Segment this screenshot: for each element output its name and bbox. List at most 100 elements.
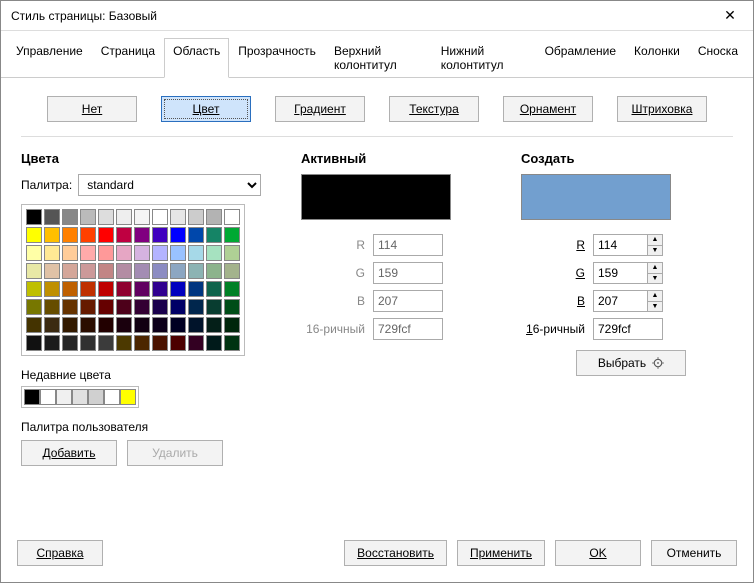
color-swatch[interactable] bbox=[116, 299, 132, 315]
color-swatch[interactable] bbox=[224, 245, 240, 261]
color-swatch[interactable] bbox=[170, 245, 186, 261]
color-swatch[interactable] bbox=[80, 335, 96, 351]
color-swatch[interactable] bbox=[98, 263, 114, 279]
color-swatch[interactable] bbox=[62, 335, 78, 351]
color-swatch[interactable] bbox=[134, 281, 150, 297]
color-swatch[interactable] bbox=[98, 245, 114, 261]
color-swatch[interactable] bbox=[44, 227, 60, 243]
tab-management[interactable]: Управление bbox=[7, 38, 92, 78]
recent-swatch[interactable] bbox=[72, 389, 88, 405]
color-swatch[interactable] bbox=[134, 227, 150, 243]
recent-swatch[interactable] bbox=[24, 389, 40, 405]
color-swatch[interactable] bbox=[224, 209, 240, 225]
color-swatch[interactable] bbox=[134, 209, 150, 225]
color-swatch[interactable] bbox=[80, 263, 96, 279]
fill-color-button[interactable]: Цвет bbox=[161, 96, 251, 122]
color-swatch[interactable] bbox=[80, 227, 96, 243]
color-swatch[interactable] bbox=[206, 281, 222, 297]
color-swatch[interactable] bbox=[26, 245, 42, 261]
new-b-value[interactable]: 207 bbox=[593, 290, 647, 312]
color-swatch[interactable] bbox=[98, 317, 114, 333]
tab-transparency[interactable]: Прозрачность bbox=[229, 38, 325, 78]
color-swatch[interactable] bbox=[152, 299, 168, 315]
color-swatch[interactable] bbox=[44, 245, 60, 261]
color-swatch[interactable] bbox=[206, 335, 222, 351]
color-swatch[interactable] bbox=[206, 209, 222, 225]
fill-texture-button[interactable]: Текстура bbox=[389, 96, 479, 122]
color-swatch[interactable] bbox=[44, 335, 60, 351]
color-swatch[interactable] bbox=[152, 245, 168, 261]
color-swatch[interactable] bbox=[116, 209, 132, 225]
new-b-spinner[interactable]: 207 ▲▼ bbox=[593, 290, 663, 312]
color-swatch[interactable] bbox=[170, 209, 186, 225]
tab-page[interactable]: Страница bbox=[92, 38, 164, 78]
color-swatch[interactable] bbox=[116, 281, 132, 297]
color-swatch[interactable] bbox=[152, 209, 168, 225]
color-swatch[interactable] bbox=[44, 209, 60, 225]
color-swatch[interactable] bbox=[188, 245, 204, 261]
color-swatch[interactable] bbox=[80, 299, 96, 315]
add-color-button[interactable]: Добавить bbox=[21, 440, 117, 466]
color-swatch[interactable] bbox=[44, 317, 60, 333]
spin-down-icon[interactable]: ▼ bbox=[648, 274, 662, 284]
color-swatch[interactable] bbox=[116, 227, 132, 243]
color-swatch[interactable] bbox=[134, 245, 150, 261]
spin-up-icon[interactable]: ▲ bbox=[648, 291, 662, 302]
color-swatch[interactable] bbox=[98, 281, 114, 297]
color-swatch[interactable] bbox=[62, 281, 78, 297]
color-swatch[interactable] bbox=[26, 335, 42, 351]
color-swatch[interactable] bbox=[134, 299, 150, 315]
color-swatch[interactable] bbox=[98, 227, 114, 243]
recent-swatch[interactable] bbox=[104, 389, 120, 405]
color-swatch[interactable] bbox=[26, 209, 42, 225]
spin-down-icon[interactable]: ▼ bbox=[648, 246, 662, 256]
color-swatch[interactable] bbox=[206, 245, 222, 261]
recent-swatch[interactable] bbox=[88, 389, 104, 405]
color-swatch[interactable] bbox=[80, 317, 96, 333]
new-hex-value[interactable]: 729fcf bbox=[593, 318, 663, 340]
fill-none-button[interactable]: Нет bbox=[47, 96, 137, 122]
color-swatch[interactable] bbox=[44, 299, 60, 315]
color-swatch[interactable] bbox=[152, 227, 168, 243]
spin-down-icon[interactable]: ▼ bbox=[648, 302, 662, 312]
recent-swatch[interactable] bbox=[40, 389, 56, 405]
pick-color-button[interactable]: Выбрать bbox=[576, 350, 686, 376]
color-swatch[interactable] bbox=[224, 263, 240, 279]
color-swatch[interactable] bbox=[170, 263, 186, 279]
color-swatch[interactable] bbox=[188, 263, 204, 279]
color-swatch[interactable] bbox=[188, 209, 204, 225]
color-swatch[interactable] bbox=[62, 299, 78, 315]
apply-button[interactable]: Применить bbox=[457, 540, 545, 566]
help-button[interactable]: Справка bbox=[17, 540, 103, 566]
color-swatch[interactable] bbox=[152, 335, 168, 351]
color-swatch[interactable] bbox=[188, 335, 204, 351]
color-swatch[interactable] bbox=[170, 317, 186, 333]
color-swatch[interactable] bbox=[134, 335, 150, 351]
new-r-spinner[interactable]: 114 ▲▼ bbox=[593, 234, 663, 256]
color-swatch[interactable] bbox=[116, 263, 132, 279]
color-swatch[interactable] bbox=[188, 227, 204, 243]
color-swatch[interactable] bbox=[116, 335, 132, 351]
color-swatch[interactable] bbox=[116, 245, 132, 261]
color-swatch[interactable] bbox=[188, 281, 204, 297]
color-swatch[interactable] bbox=[44, 281, 60, 297]
color-swatch[interactable] bbox=[134, 263, 150, 279]
color-swatch-grid[interactable] bbox=[21, 204, 245, 356]
color-swatch[interactable] bbox=[62, 209, 78, 225]
color-swatch[interactable] bbox=[224, 281, 240, 297]
color-swatch[interactable] bbox=[224, 299, 240, 315]
reset-button[interactable]: Восстановить bbox=[344, 540, 447, 566]
color-swatch[interactable] bbox=[206, 227, 222, 243]
color-swatch[interactable] bbox=[98, 299, 114, 315]
color-swatch[interactable] bbox=[152, 281, 168, 297]
fill-gradient-button[interactable]: Градиент bbox=[275, 96, 365, 122]
color-swatch[interactable] bbox=[152, 317, 168, 333]
fill-pattern-button[interactable]: Орнамент bbox=[503, 96, 593, 122]
spin-up-icon[interactable]: ▲ bbox=[648, 235, 662, 246]
close-icon[interactable]: ✕ bbox=[707, 1, 753, 31]
color-swatch[interactable] bbox=[206, 263, 222, 279]
color-swatch[interactable] bbox=[188, 317, 204, 333]
color-swatch[interactable] bbox=[26, 317, 42, 333]
recent-swatch[interactable] bbox=[120, 389, 136, 405]
color-swatch[interactable] bbox=[26, 263, 42, 279]
